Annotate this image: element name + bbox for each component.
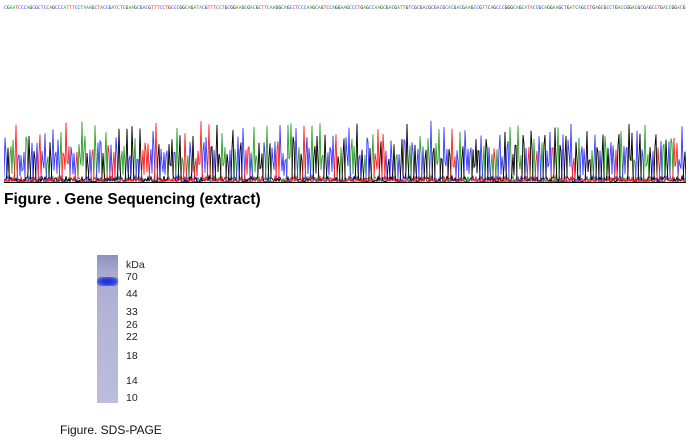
- marker-label: 70: [126, 271, 138, 283]
- figure2-caption: Figure. SDS-PAGE: [60, 423, 162, 437]
- marker-label: 14: [126, 375, 138, 387]
- marker-label: 44: [126, 288, 138, 300]
- marker-label: 18: [126, 350, 138, 362]
- gel-unit-label: kDa: [126, 259, 145, 271]
- protein-band: [97, 277, 118, 286]
- chromatogram-trace: [4, 120, 686, 183]
- figure1-caption: Figure . Gene Sequencing (extract): [4, 191, 261, 208]
- marker-label: 33: [126, 306, 138, 318]
- marker-label: 10: [126, 392, 138, 404]
- sds-page-lane: [97, 255, 118, 403]
- sequence-text: CGAATCCCAGCGCTCCAGCCCATTTCCTAAAGCTACCGAT…: [4, 2, 686, 16]
- marker-label: 26: [126, 319, 138, 331]
- marker-label: 22: [126, 331, 138, 343]
